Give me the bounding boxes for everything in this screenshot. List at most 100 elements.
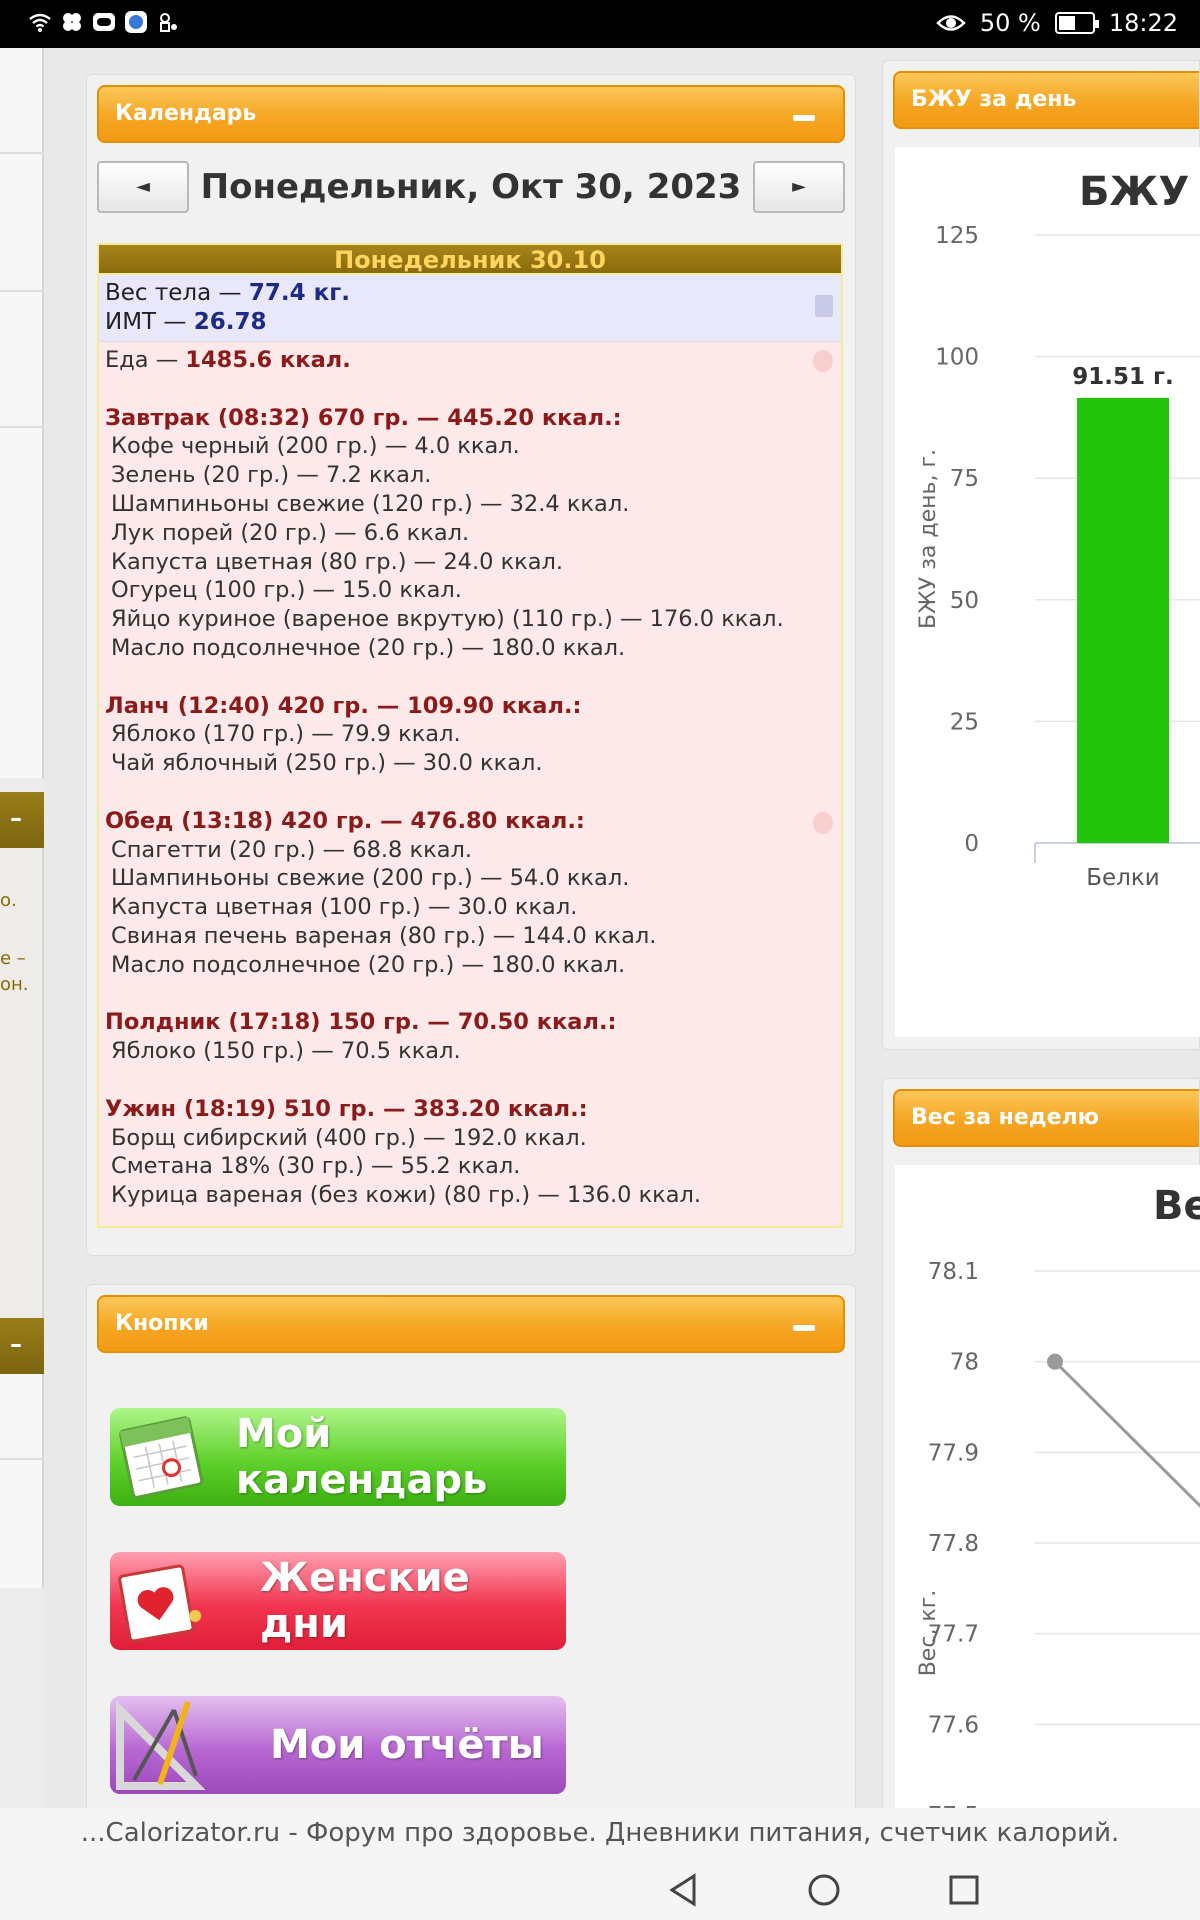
left-panel-header[interactable]: –: [0, 792, 44, 848]
food-item: Капуста цветная (100 гр.) — 30.0 ккал.: [111, 894, 578, 921]
bju-bar-chart: 125 100 75 50 25 0 91.51 г. Белки БЖУ за день, г…: [916, 223, 1200, 891]
apple-icon[interactable]: [813, 812, 833, 834]
food-item: Масло подсолнечное (20 гр.) — 180.0 ккал…: [111, 634, 626, 661]
status-bar: 50 % 18:22: [0, 0, 1200, 48]
bju-header[interactable]: БЖУ за день: [893, 71, 1199, 129]
bju-panel: БЖУ за день БЖУ н 125100755025091.51 г.Б…: [882, 60, 1200, 1050]
battery-percent: 50 %: [979, 9, 1041, 37]
weight-chart-title: Ве: [1153, 1183, 1200, 1229]
calendar-panel: Календарь ◄ Понедельник, Окт 30, 2023 ► …: [86, 74, 856, 1256]
day-entry: Понедельник 30.10 Вес тела — 77.4 кг. ИМ…: [97, 243, 843, 1228]
meal-header: Ужин (18:19) 510 гр. — 383.20 ккал.:: [105, 1095, 588, 1122]
heart-card-icon: [118, 1564, 202, 1643]
food-item: Свиная печень вареная (80 гр.) — 144.0 к…: [111, 922, 657, 949]
food-item: Яблоко (150 гр.) — 70.5 ккал.: [111, 1038, 461, 1065]
vr-icon: [93, 13, 115, 31]
buttons-header[interactable]: Кнопки: [97, 1295, 845, 1353]
food-item: Сметана 18% (30 гр.) — 55.2 ккал.: [111, 1153, 521, 1180]
calendar-icon: [119, 1416, 204, 1499]
food-total: Еда — 1485.6 ккал.: [105, 347, 351, 373]
body-metrics: Вес тела — 77.4 кг. ИМТ — 26.78: [99, 275, 841, 342]
browser-icon: [125, 11, 147, 33]
weight-chart-card: Ве 78.17877.977.877.777.677.5Вес, кг.: [895, 1165, 1200, 1829]
prev-day-button[interactable]: ◄: [97, 161, 189, 213]
y-tick-label: 75: [950, 466, 979, 492]
bmi-value: 26.78: [193, 309, 267, 335]
weight-panel: Вес за неделю Ве 78.17877.977.877.777.67…: [882, 1078, 1200, 1829]
food-item: Яблоко (170 гр.) — 79.9 ккал.: [111, 721, 461, 748]
recents-icon[interactable]: [946, 1872, 982, 1908]
my-reports-button[interactable]: Мои отчёты: [110, 1696, 566, 1794]
y-axis-label: Вес, кг.: [916, 1590, 941, 1677]
meal-header: Обед (13:18) 420 гр. — 476.80 ккал.:: [105, 807, 585, 834]
food-item: Огурец (100 гр.) — 15.0 ккал.: [111, 577, 462, 604]
android-icon: [160, 13, 177, 32]
y-axis-label: БЖУ за день, г.: [916, 449, 941, 629]
y-tick-label: 50: [950, 588, 979, 614]
y-tick-label: 77.9: [928, 1440, 979, 1466]
my-calendar-button[interactable]: Мой календарь: [110, 1408, 566, 1506]
collapse-icon[interactable]: [793, 115, 815, 121]
left-panel-2: [0, 848, 44, 1354]
body-weight-value: 77.4 кг.: [248, 280, 350, 306]
scale-icon[interactable]: [815, 295, 833, 317]
next-day-button[interactable]: ►: [753, 161, 845, 213]
food-log: Еда — 1485.6 ккал. Завтрак (08:32) 670 г…: [99, 342, 841, 1226]
meal-header: Полдник (17:18) 150 гр. — 70.50 ккал.:: [105, 1009, 617, 1036]
bar-data-label: 91.51 г.: [1072, 364, 1174, 390]
y-tick-label: 25: [950, 709, 979, 735]
status-icons: [28, 10, 180, 34]
flower-icon: [63, 13, 81, 31]
calendar-header[interactable]: Календарь: [97, 85, 845, 143]
system-nav-bar: [0, 1858, 1200, 1920]
meal-list: Завтрак (08:32) 670 гр. — 445.20 ккал.: К…: [105, 404, 835, 1210]
bju-chart-card: БЖУ н 125 100 75 50 25 0 91.51 г. Белки БЖУ за д…: [895, 147, 1200, 1037]
y-tick-label: 100: [935, 345, 979, 371]
food-item: Лук порей (20 гр.) — 6.6 ккал.: [111, 519, 470, 546]
food-item: Масло подсолнечное (20 гр.) — 180.0 ккал…: [111, 951, 626, 978]
food-item: Чай яблочный (250 гр.) — 30.0 ккал.: [111, 750, 543, 777]
food-item: Зелень (20 гр.) — 7.2 ккал.: [111, 462, 432, 489]
meal-header: Завтрак (08:32) 670 гр. — 445.20 ккал.:: [105, 404, 622, 431]
food-item: Шампиньоны свежие (120 гр.) — 32.4 ккал.: [111, 490, 630, 517]
meal-header: Ланч (12:40) 420 гр. — 109.90 ккал.:: [105, 692, 582, 719]
y-tick-label: 78: [950, 1350, 979, 1376]
clock: 18:22: [1108, 9, 1178, 37]
weight-line-chart: 78.17877.977.877.777.677.5Вес, кг.: [916, 1259, 1200, 1829]
womens-days-button[interactable]: Женские дни: [110, 1552, 566, 1650]
x-category-label: Белки: [1086, 865, 1159, 891]
food-item: Шампиньоны свежие (200 гр.) — 54.0 ккал.: [111, 865, 630, 892]
bar-Белки[interactable]: [1077, 397, 1169, 843]
page-url-bar[interactable]: ...Calorizator.ru - Форум про здоровье. …: [0, 1808, 1200, 1858]
left-panel-3: [0, 1374, 44, 1588]
current-date-title: Понедельник, Окт 30, 2023: [200, 167, 742, 207]
y-tick-label: 125: [935, 223, 979, 249]
y-tick-label: 0: [964, 831, 979, 857]
food-item: Спагетти (20 гр.) — 68.8 ккал.: [111, 836, 473, 863]
y-tick-label: 77.6: [928, 1712, 979, 1738]
y-tick-label: 77.8: [928, 1531, 979, 1557]
wifi-icon: [29, 13, 51, 32]
weight-header[interactable]: Вес за неделю: [893, 1089, 1199, 1147]
left-panel-1: [0, 48, 44, 778]
bju-chart-title: БЖУ н: [1079, 169, 1200, 215]
food-item: Яйцо куриное (вареное вкрутую) (110 гр.)…: [111, 606, 784, 633]
home-icon[interactable]: [806, 1872, 842, 1908]
apple-icon[interactable]: [813, 350, 833, 372]
weight-series-line: [1053, 1360, 1200, 1508]
drafting-tools-icon: [116, 1700, 206, 1790]
day-header: Понедельник 30.10: [99, 245, 841, 275]
collapse-icon[interactable]: [793, 1325, 815, 1331]
left-column-strip: – о. е – он. –: [0, 48, 44, 1808]
date-navigator: ◄ Понедельник, Окт 30, 2023 ►: [87, 143, 855, 223]
battery-icon: [1054, 12, 1099, 34]
left-panel-header-2[interactable]: –: [0, 1318, 44, 1374]
food-item: Капуста цветная (80 гр.) — 24.0 ккал.: [111, 548, 564, 575]
eye-icon: [936, 15, 966, 31]
food-item: Курица вареная (без кожи) (80 гр.) — 136…: [111, 1182, 702, 1209]
food-item: Кофе черный (200 гр.) — 4.0 ккал.: [111, 433, 520, 460]
y-tick-label: 78.1: [928, 1259, 979, 1285]
food-item: Борщ сибирский (400 гр.) — 192.0 ккал.: [111, 1124, 587, 1151]
back-icon[interactable]: [666, 1872, 702, 1908]
weight-point[interactable]: [1047, 1353, 1063, 1370]
